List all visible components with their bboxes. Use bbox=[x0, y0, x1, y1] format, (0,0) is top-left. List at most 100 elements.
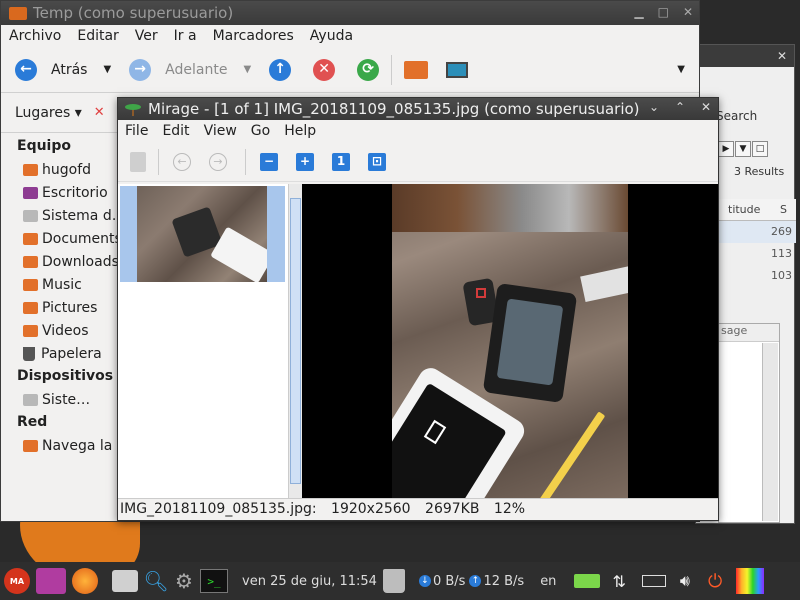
computer-icon[interactable] bbox=[446, 61, 469, 78]
file-manager-titlebar[interactable]: Temp (como superusuario) ▁ □ ✕ bbox=[1, 1, 699, 25]
document-icon[interactable] bbox=[130, 151, 146, 172]
thumbnail-scrollbar[interactable] bbox=[288, 184, 302, 498]
folder-icon bbox=[23, 324, 38, 337]
menu-file[interactable]: File bbox=[118, 123, 155, 139]
close-icon[interactable]: ✕ bbox=[698, 100, 714, 114]
taskbar: MA 🔍︎ ⚙ >_ ven 25 de giu, 11:54 ↓ 0 B/s ↑… bbox=[0, 562, 800, 600]
close-icon[interactable]: ✕ bbox=[683, 5, 693, 19]
maximize-icon[interactable]: □ bbox=[658, 5, 669, 19]
back-arrow-icon[interactable]: ← bbox=[15, 58, 37, 81]
column-header-latitude[interactable]: titude bbox=[728, 203, 760, 216]
zoom-out-icon[interactable]: − bbox=[260, 152, 278, 171]
close-icon[interactable]: ✕ bbox=[774, 48, 790, 64]
keyboard-layout[interactable]: en bbox=[540, 574, 556, 589]
window-title: Temp (como superusuario) bbox=[33, 4, 234, 22]
folder-icon bbox=[23, 301, 38, 314]
sidebar-item-papelera[interactable]: Papelera bbox=[1, 342, 119, 365]
reload-icon[interactable]: ⟳ bbox=[357, 58, 380, 81]
stop-icon[interactable]: ✕ bbox=[313, 58, 336, 81]
toolbar: ← Atrás ▼ → Adelante ▼ ↑ ✕ ⟳ ▼ bbox=[1, 47, 699, 93]
sidebar-item-pictures[interactable]: Pictures bbox=[1, 296, 119, 319]
maximize-icon[interactable]: □ bbox=[752, 141, 768, 157]
up-arrow-icon[interactable]: ↑ bbox=[269, 58, 292, 81]
close-sidebar-icon[interactable]: ✕ bbox=[94, 105, 105, 120]
menu-ayuda[interactable]: Ayuda bbox=[302, 28, 361, 44]
next-image-icon[interactable]: → bbox=[209, 152, 227, 171]
table-row[interactable]: 103 bbox=[718, 265, 796, 287]
column-header[interactable]: titude S bbox=[718, 199, 796, 221]
image-view[interactable] bbox=[302, 184, 718, 498]
color-picker-icon[interactable] bbox=[736, 568, 765, 594]
chevron-down-icon[interactable]: ▼ bbox=[103, 64, 111, 75]
sidebar-item-downloads[interactable]: Downloads bbox=[1, 250, 119, 273]
places-button[interactable]: Lugares ▾ bbox=[15, 105, 82, 121]
file-manager-icon[interactable] bbox=[112, 570, 138, 592]
message-scrollbar[interactable] bbox=[762, 343, 778, 521]
next-icon[interactable]: ▶ bbox=[718, 141, 734, 157]
sidebar-item-hugofd[interactable]: hugofd bbox=[1, 158, 119, 181]
battery-icon[interactable] bbox=[641, 575, 666, 587]
table-row[interactable]: 269 bbox=[718, 221, 796, 243]
zoom-fit-icon[interactable]: ⊡ bbox=[368, 152, 386, 171]
thumbnail-pane[interactable] bbox=[118, 184, 288, 498]
download-icon: ↓ bbox=[418, 575, 431, 587]
sidebar-item-music[interactable]: Music bbox=[1, 273, 119, 296]
toolbar: ← → − + 1 ⊡ bbox=[118, 142, 718, 182]
network-folder-icon bbox=[23, 439, 38, 452]
sidebar-item-videos[interactable]: Videos bbox=[1, 319, 119, 342]
firefox-icon[interactable] bbox=[72, 568, 98, 594]
home-folder-icon[interactable] bbox=[404, 60, 429, 79]
thumbnail-selected[interactable] bbox=[120, 186, 285, 282]
menu-marcadores[interactable]: Marcadores bbox=[205, 28, 302, 44]
sidebar-item-navega[interactable]: Navega la … bbox=[1, 434, 131, 457]
menu-view[interactable]: View bbox=[197, 123, 244, 139]
chevron-down-icon[interactable]: ⌄ bbox=[646, 100, 662, 114]
result-nav-buttons: ▶ ▼ □ bbox=[718, 141, 768, 157]
volume-icon[interactable]: 🔊︎ bbox=[680, 571, 690, 591]
window-list-icon[interactable] bbox=[36, 568, 66, 594]
menu-ir-a[interactable]: Ir a bbox=[166, 28, 205, 44]
chevron-down-icon[interactable]: ▼ bbox=[677, 64, 685, 75]
column-header-s[interactable]: S bbox=[780, 203, 787, 216]
mate-menu-icon[interactable]: MA bbox=[4, 568, 30, 594]
zoom-1-1-icon[interactable]: 1 bbox=[332, 152, 350, 171]
minimize-icon[interactable]: ▁ bbox=[634, 5, 643, 19]
zoom-in-icon[interactable]: + bbox=[296, 152, 314, 171]
menu-editar[interactable]: Editar bbox=[69, 28, 126, 44]
menu-go[interactable]: Go bbox=[244, 123, 277, 139]
dropdown-icon[interactable]: ▼ bbox=[735, 141, 751, 157]
image-viewer-titlebar[interactable]: Mirage - [1 of 1] IMG_20181109_085135.jp… bbox=[118, 98, 718, 120]
thumbnail-image bbox=[137, 186, 267, 282]
network-icon[interactable]: ⇅ bbox=[612, 572, 625, 591]
chevron-up-icon[interactable]: ⌃ bbox=[672, 100, 688, 114]
sidebar-item-escritorio[interactable]: Escritorio bbox=[1, 181, 119, 204]
image-viewer-window[interactable]: Mirage - [1 of 1] IMG_20181109_085135.jp… bbox=[117, 97, 719, 521]
sidebar-item-sistema[interactable]: Sistema d… bbox=[1, 204, 126, 227]
menu-help[interactable]: Help bbox=[277, 123, 323, 139]
sidebar-item-sistema-device[interactable]: Siste… bbox=[1, 388, 119, 411]
power-icon[interactable]: ⏻ bbox=[708, 571, 722, 592]
forward-button[interactable]: Adelante bbox=[165, 62, 227, 78]
previous-image-icon[interactable]: ← bbox=[173, 152, 191, 171]
scrollbar-thumb[interactable] bbox=[290, 198, 301, 484]
search-icon[interactable]: 🔍︎ bbox=[143, 569, 168, 593]
back-button[interactable]: Atrás bbox=[51, 62, 87, 78]
menu-archivo[interactable]: Archivo bbox=[1, 28, 69, 44]
menu-edit[interactable]: Edit bbox=[155, 123, 196, 139]
menu-ver[interactable]: Ver bbox=[127, 28, 166, 44]
chevron-down-icon[interactable]: ▼ bbox=[243, 64, 251, 75]
forward-arrow-icon[interactable]: → bbox=[129, 58, 152, 81]
clock[interactable]: ven 25 de giu, 11:54 bbox=[242, 574, 377, 589]
toolbar-separator bbox=[158, 148, 159, 175]
terminal-icon[interactable]: >_ bbox=[200, 569, 228, 593]
sidebar-item-documents[interactable]: Documents bbox=[1, 227, 122, 250]
network-monitor[interactable]: ↓ 0 B/s ↑ 12 B/s bbox=[415, 574, 524, 589]
statusbar: IMG_20181109_085135.jpg: 1920x2560 2697K… bbox=[118, 498, 718, 520]
trash-icon bbox=[23, 346, 35, 361]
drive-icon[interactable] bbox=[574, 574, 601, 588]
table-row[interactable]: 113 bbox=[718, 243, 796, 265]
gear-icon[interactable]: ⚙ bbox=[172, 569, 196, 593]
window-controls: ▁ □ ✕ bbox=[634, 5, 693, 19]
search-label: Search bbox=[716, 109, 758, 123]
trash-icon[interactable] bbox=[382, 569, 405, 593]
